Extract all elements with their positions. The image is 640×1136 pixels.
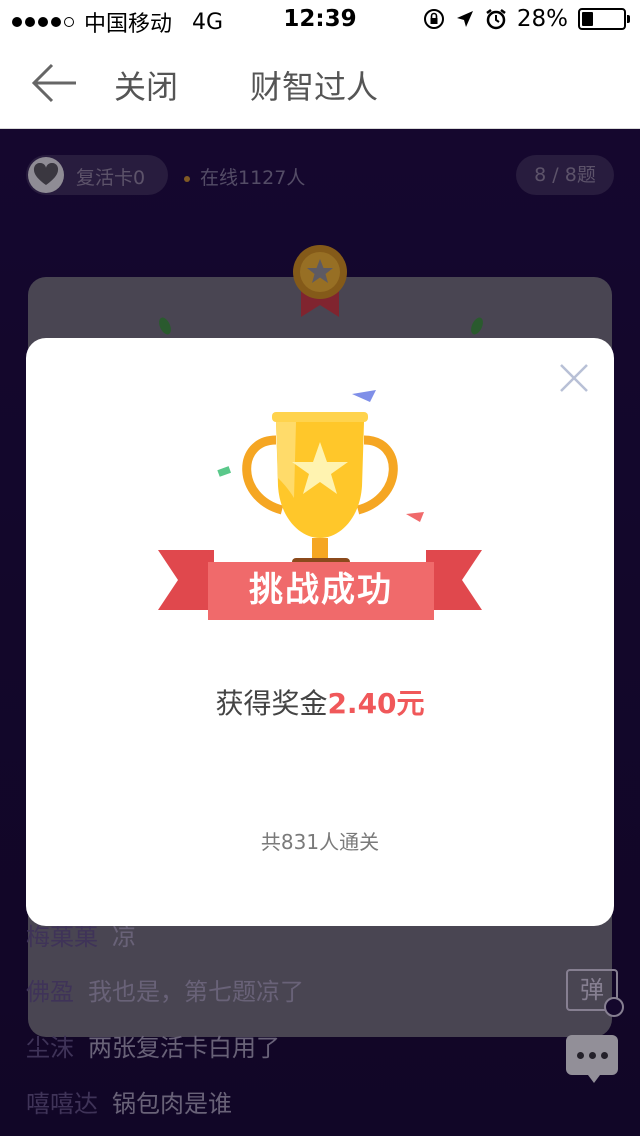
status-bar: 中国移动 4G 12:39 28% — [0, 0, 640, 40]
battery-icon — [578, 8, 630, 30]
arrow-left-icon[interactable] — [30, 58, 80, 108]
rotation-lock-icon — [423, 9, 444, 29]
prize-prefix: 获得奖金 — [215, 687, 328, 720]
prize-amount: 2.40元 — [327, 687, 425, 720]
nav-bar: 关闭 财智过人 — [0, 40, 640, 129]
prize-text: 获得奖金2.40元 — [26, 682, 614, 722]
battery-percent: 28% — [516, 6, 568, 32]
page-title: 财智过人 — [250, 68, 379, 106]
alarm-icon — [486, 9, 506, 30]
passed-count: 共831人通关 — [260, 830, 380, 854]
success-modal: 挑战成功 获得奖金2.40元 共831人通关 — [26, 338, 614, 926]
location-arrow-icon — [456, 11, 473, 27]
close-button[interactable]: 关闭 — [114, 62, 178, 108]
success-ribbon-label: 挑战成功 — [249, 570, 393, 610]
